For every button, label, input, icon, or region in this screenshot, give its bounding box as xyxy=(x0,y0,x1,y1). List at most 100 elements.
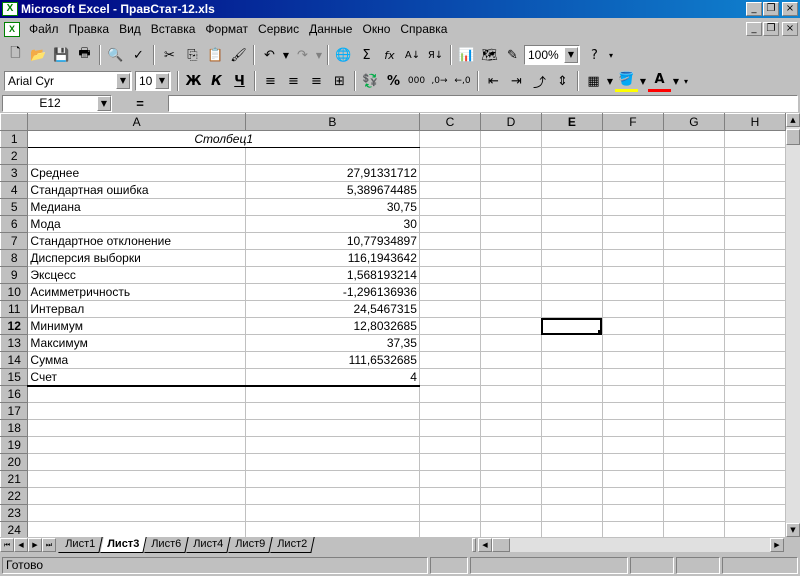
cell[interactable] xyxy=(602,317,664,335)
cell[interactable] xyxy=(419,215,481,233)
fill-color-dropdown-icon[interactable]: ▼ xyxy=(638,70,648,92)
function-icon[interactable]: fx xyxy=(378,44,401,66)
cell[interactable] xyxy=(480,419,542,437)
cell[interactable] xyxy=(541,504,603,522)
row-header[interactable]: 18 xyxy=(0,419,29,437)
cell[interactable] xyxy=(602,436,664,454)
cell-value[interactable]: 4 xyxy=(245,368,420,387)
row-header[interactable]: 20 xyxy=(0,453,29,471)
tab-split-handle[interactable] xyxy=(472,538,476,552)
cell[interactable] xyxy=(480,266,542,284)
undo-icon[interactable]: ↶ xyxy=(258,44,281,66)
redo-icon[interactable]: ↷ xyxy=(291,44,314,66)
worksheet-grid[interactable]: A B C D E F G H 1 Столбец1 2 3 Среднее 27,9… xyxy=(0,113,786,537)
menu-format[interactable]: Формат xyxy=(200,20,253,38)
row-header[interactable]: 13 xyxy=(0,334,29,352)
cell[interactable] xyxy=(541,266,603,284)
vertical-scrollbar[interactable]: ▲ ▼ xyxy=(786,113,800,537)
cell[interactable] xyxy=(419,470,481,488)
cell[interactable] xyxy=(541,164,603,182)
toolbar-more-icon[interactable]: ▾ xyxy=(606,44,616,66)
sheet-tab[interactable]: Лист3 xyxy=(100,537,147,553)
cell-label[interactable] xyxy=(27,470,246,488)
cell-value[interactable] xyxy=(245,521,420,537)
menu-edit[interactable]: Правка xyxy=(64,20,115,38)
chevron-down-icon[interactable]: ▼ xyxy=(116,73,130,89)
chevron-down-icon[interactable]: ▼ xyxy=(97,95,111,111)
cell[interactable] xyxy=(663,249,725,267)
first-sheet-icon[interactable]: ⏮ xyxy=(0,538,14,552)
cell-value[interactable] xyxy=(245,470,420,488)
column-title-cell[interactable]: Столбец1 xyxy=(27,130,420,148)
cell[interactable] xyxy=(419,368,481,386)
cell[interactable] xyxy=(724,334,786,352)
cell[interactable] xyxy=(541,402,603,420)
cell[interactable] xyxy=(541,181,603,199)
next-sheet-icon[interactable]: ▶ xyxy=(28,538,42,552)
cell[interactable] xyxy=(724,368,786,386)
cell[interactable] xyxy=(663,300,725,318)
font-color-dropdown-icon[interactable]: ▼ xyxy=(671,70,681,92)
chart-wizard-icon[interactable]: 📊 xyxy=(455,44,478,66)
cell[interactable] xyxy=(724,232,786,250)
cell[interactable] xyxy=(663,215,725,233)
workbook-icon[interactable]: X xyxy=(4,21,20,37)
cell[interactable] xyxy=(602,504,664,522)
sheet-tab[interactable]: Лист6 xyxy=(144,537,189,553)
cell-value[interactable]: 30,75 xyxy=(245,198,420,216)
cell-label[interactable] xyxy=(27,487,246,505)
cell[interactable] xyxy=(724,283,786,301)
sheet-tab[interactable]: Лист1 xyxy=(58,537,103,553)
row-header[interactable]: 1 xyxy=(0,130,29,148)
cell[interactable] xyxy=(724,198,786,216)
borders-icon[interactable]: ▦ xyxy=(582,70,605,92)
cell[interactable] xyxy=(602,283,664,301)
doc-close-button[interactable]: × xyxy=(782,22,798,36)
last-sheet-icon[interactable]: ⏭ xyxy=(42,538,56,552)
cell-value[interactable] xyxy=(245,147,420,165)
cell[interactable] xyxy=(419,351,481,369)
row-header[interactable]: 17 xyxy=(0,402,29,420)
currency-icon[interactable]: 💱 xyxy=(359,70,382,92)
row-header[interactable]: 7 xyxy=(0,232,29,250)
decrease-indent-icon[interactable]: ⇤ xyxy=(482,70,505,92)
cell-value[interactable]: -1,296136936 xyxy=(245,283,420,301)
cell[interactable] xyxy=(663,317,725,335)
cell[interactable] xyxy=(602,402,664,420)
name-box[interactable]: E12 ▼ xyxy=(2,94,112,112)
cell[interactable] xyxy=(541,232,603,250)
paste-icon[interactable]: 📋 xyxy=(204,44,227,66)
font-select[interactable]: Arial Cyr ▼ xyxy=(4,71,132,91)
cell[interactable] xyxy=(663,147,725,165)
cell[interactable] xyxy=(480,402,542,420)
spelling-icon[interactable]: ✓ xyxy=(127,44,150,66)
cell-value[interactable]: 12,8032685 xyxy=(245,317,420,335)
rotate-text-icon[interactable]: ⤴ xyxy=(528,70,551,92)
cell-label[interactable]: Среднее xyxy=(27,164,246,182)
cell-value[interactable] xyxy=(245,436,420,454)
cell[interactable] xyxy=(541,334,603,352)
cell[interactable] xyxy=(480,181,542,199)
cell[interactable] xyxy=(602,164,664,182)
cell[interactable] xyxy=(419,147,481,165)
cell[interactable] xyxy=(724,266,786,284)
cell[interactable] xyxy=(663,419,725,437)
cell-label[interactable] xyxy=(27,419,246,437)
cell[interactable] xyxy=(602,368,664,386)
underline-button[interactable]: Ч xyxy=(228,70,251,92)
row-header[interactable]: 21 xyxy=(0,470,29,488)
merge-center-icon[interactable]: ⊞ xyxy=(328,70,351,92)
cell[interactable] xyxy=(480,130,542,148)
chevron-down-icon[interactable]: ▼ xyxy=(564,47,578,63)
cell[interactable] xyxy=(480,300,542,318)
cell[interactable] xyxy=(419,334,481,352)
column-header-d[interactable]: D xyxy=(479,113,542,131)
cell-value[interactable]: 27,91331712 xyxy=(245,164,420,182)
row-header[interactable]: 9 xyxy=(0,266,29,284)
cell[interactable] xyxy=(663,334,725,352)
scroll-left-icon[interactable]: ◀ xyxy=(478,538,492,552)
cell[interactable] xyxy=(419,130,481,148)
row-header[interactable]: 14 xyxy=(0,351,29,369)
align-left-icon[interactable]: ≡ xyxy=(259,70,282,92)
new-icon[interactable]: 🗋 xyxy=(4,44,27,66)
